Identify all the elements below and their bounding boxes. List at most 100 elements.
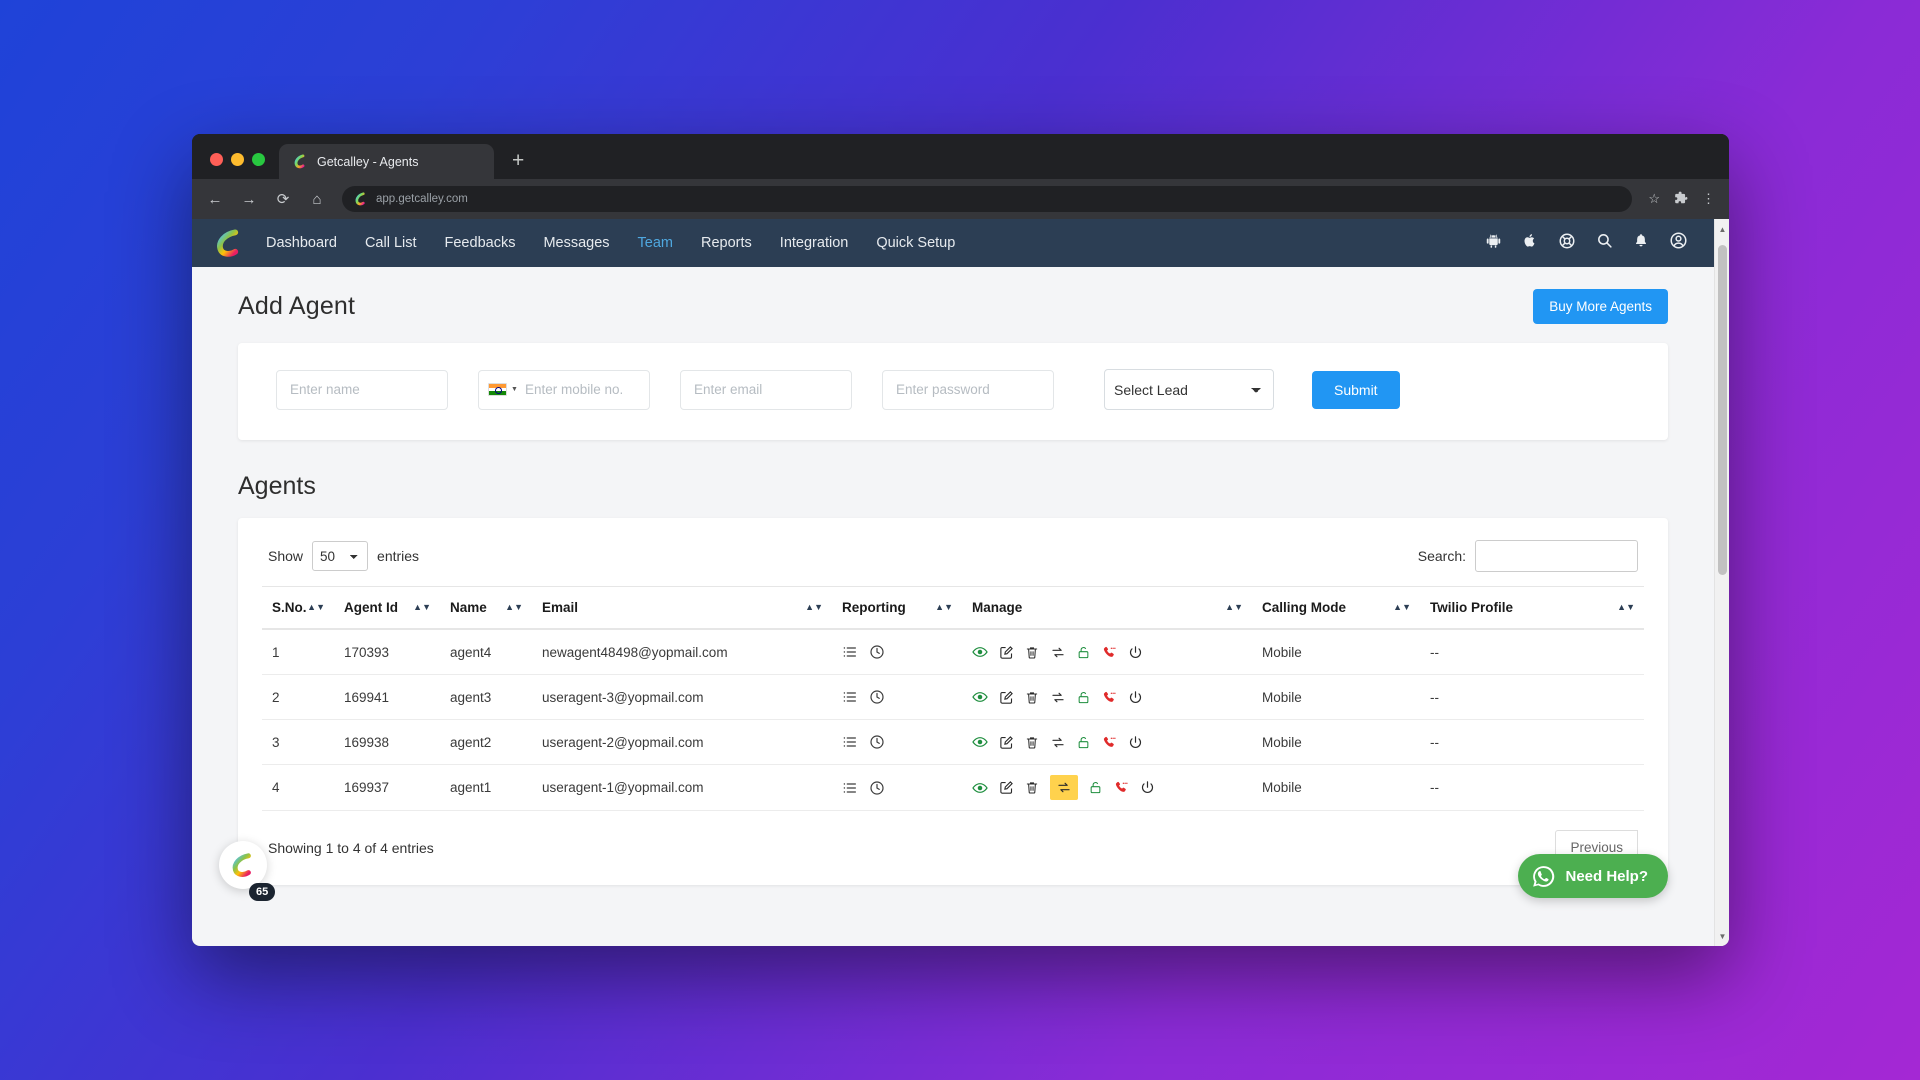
- home-icon[interactable]: ⌂: [308, 192, 326, 207]
- clock-history-icon[interactable]: [869, 689, 885, 705]
- nav-item-call-list[interactable]: Call List: [365, 235, 417, 251]
- nav-item-quick-setup[interactable]: Quick Setup: [876, 235, 955, 251]
- swap-transfer-icon[interactable]: [1050, 735, 1066, 750]
- list-report-icon[interactable]: [842, 780, 858, 796]
- name-input[interactable]: [276, 369, 448, 410]
- submit-button[interactable]: Submit: [1312, 370, 1400, 409]
- trash-delete-icon[interactable]: [1025, 780, 1039, 795]
- extensions-puzzle-icon[interactable]: [1674, 191, 1688, 208]
- unlock-icon[interactable]: [1077, 735, 1090, 750]
- lifebuoy-support-icon[interactable]: [1558, 232, 1576, 255]
- password-input[interactable]: [882, 369, 1054, 410]
- edit-pencil-icon[interactable]: [999, 690, 1014, 705]
- eye-view-icon[interactable]: [972, 781, 988, 795]
- page-scrollbar[interactable]: ▲ ▼: [1714, 219, 1729, 946]
- clock-history-icon[interactable]: [869, 734, 885, 750]
- trash-delete-icon[interactable]: [1025, 690, 1039, 705]
- reload-icon[interactable]: ⟳: [274, 192, 292, 207]
- reporting-actions: [842, 689, 952, 705]
- phone-call-icon[interactable]: [1101, 645, 1117, 660]
- phone-call-icon[interactable]: [1101, 690, 1117, 705]
- scroll-up-icon[interactable]: ▲: [1715, 221, 1729, 237]
- need-help-whatsapp-button[interactable]: Need Help?: [1518, 854, 1668, 898]
- nav-item-messages[interactable]: Messages: [543, 235, 609, 251]
- user-account-icon[interactable]: [1669, 231, 1688, 255]
- cell-email: useragent-1@yopmail.com: [532, 764, 832, 811]
- clock-history-icon[interactable]: [869, 780, 885, 796]
- col-email[interactable]: Email ▲▼: [532, 586, 832, 630]
- android-icon[interactable]: [1485, 232, 1502, 254]
- col-manage[interactable]: Manage ▲▼: [962, 586, 1252, 630]
- eye-view-icon[interactable]: [972, 735, 988, 749]
- swap-transfer-icon[interactable]: [1050, 690, 1066, 705]
- chat-widget-button[interactable]: [219, 841, 267, 889]
- cell-agent-id: 169938: [334, 719, 440, 765]
- power-toggle-icon[interactable]: [1128, 735, 1143, 750]
- chat-unread-badge: 65: [249, 883, 276, 901]
- country-chevron-down-icon[interactable]: ▼: [511, 386, 518, 393]
- cell-manage: [962, 764, 1252, 811]
- power-toggle-icon[interactable]: [1140, 780, 1155, 795]
- browser-tab[interactable]: Getcalley - Agents: [279, 144, 494, 179]
- cell-manage: [962, 719, 1252, 765]
- power-toggle-icon[interactable]: [1128, 645, 1143, 660]
- sort-icon: ▲▼: [1225, 601, 1243, 612]
- getcalley-logo[interactable]: [214, 228, 244, 258]
- close-window-button[interactable]: [210, 153, 223, 166]
- buy-more-agents-button[interactable]: Buy More Agents: [1533, 289, 1668, 324]
- power-toggle-icon[interactable]: [1128, 690, 1143, 705]
- nav-item-reports[interactable]: Reports: [701, 235, 752, 251]
- apple-icon[interactable]: [1522, 232, 1538, 254]
- cell-reporting: [832, 764, 962, 811]
- new-tab-button[interactable]: +: [512, 150, 524, 179]
- nav-item-integration[interactable]: Integration: [780, 235, 849, 251]
- list-report-icon[interactable]: [842, 689, 858, 705]
- trash-delete-icon[interactable]: [1025, 645, 1039, 660]
- forward-icon[interactable]: →: [240, 192, 258, 207]
- minimize-window-button[interactable]: [231, 153, 244, 166]
- mobile-input[interactable]: [524, 382, 649, 397]
- col-sno[interactable]: S.No. ▲▼: [262, 586, 334, 630]
- list-report-icon[interactable]: [842, 734, 858, 750]
- unlock-icon[interactable]: [1089, 780, 1102, 795]
- phone-call-icon[interactable]: [1101, 735, 1117, 750]
- bell-notification-icon[interactable]: [1633, 232, 1649, 254]
- back-icon[interactable]: ←: [206, 192, 224, 207]
- url-input[interactable]: app.getcalley.com: [342, 186, 1633, 212]
- unlock-icon[interactable]: [1077, 645, 1090, 660]
- eye-view-icon[interactable]: [972, 645, 988, 659]
- edit-pencil-icon[interactable]: [999, 645, 1014, 660]
- entries-per-page-select[interactable]: 50: [312, 541, 369, 571]
- nav-item-feedbacks[interactable]: Feedbacks: [445, 235, 516, 251]
- scrollbar-thumb[interactable]: [1718, 245, 1727, 575]
- col-calling-mode[interactable]: Calling Mode ▲▼: [1252, 586, 1420, 630]
- col-name[interactable]: Name ▲▼: [440, 586, 532, 630]
- unlock-icon[interactable]: [1077, 690, 1090, 705]
- lead-select[interactable]: Select Lead: [1104, 369, 1274, 410]
- nav-item-team[interactable]: Team: [638, 235, 673, 251]
- col-reporting[interactable]: Reporting ▲▼: [832, 586, 962, 630]
- col-twilio-profile[interactable]: Twilio Profile ▲▼: [1420, 586, 1644, 630]
- clock-history-icon[interactable]: [869, 644, 885, 660]
- scroll-down-icon[interactable]: ▼: [1715, 928, 1729, 944]
- list-report-icon[interactable]: [842, 644, 858, 660]
- email-input[interactable]: [680, 369, 852, 410]
- phone-call-icon[interactable]: [1113, 780, 1129, 795]
- cell-name: agent1: [440, 764, 532, 811]
- bookmark-star-icon[interactable]: ☆: [1648, 191, 1660, 207]
- nav-item-dashboard[interactable]: Dashboard: [266, 235, 337, 251]
- swap-transfer-icon[interactable]: [1050, 645, 1066, 660]
- trash-delete-icon[interactable]: [1025, 735, 1039, 750]
- browser-menu-icon[interactable]: ⋮: [1702, 191, 1715, 207]
- table-search-input[interactable]: [1475, 540, 1638, 572]
- col-reporting-label: Reporting: [842, 600, 906, 615]
- search-icon[interactable]: [1596, 232, 1613, 254]
- swap-transfer-icon[interactable]: [1050, 775, 1078, 800]
- edit-pencil-icon[interactable]: [999, 735, 1014, 750]
- maximize-window-button[interactable]: [252, 153, 265, 166]
- page-content: Add Agent Buy More Agents ▼: [192, 267, 1714, 885]
- col-agent-id[interactable]: Agent Id ▲▼: [334, 586, 440, 630]
- eye-view-icon[interactable]: [972, 690, 988, 704]
- cell-twilio-profile: --: [1420, 719, 1644, 765]
- edit-pencil-icon[interactable]: [999, 780, 1014, 795]
